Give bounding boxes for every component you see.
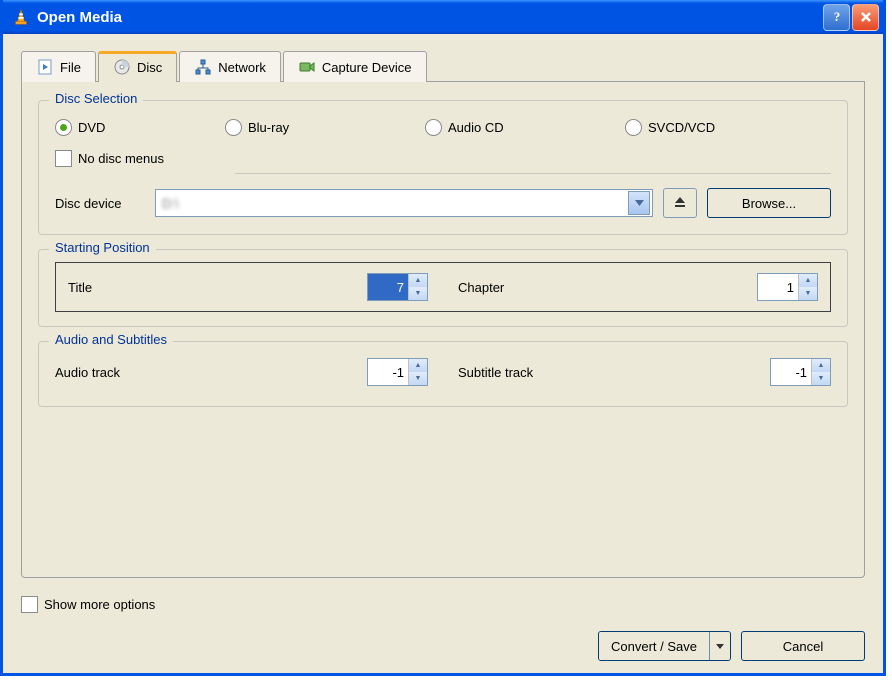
- convert-save-button[interactable]: Convert / Save: [598, 631, 731, 661]
- window-title: Open Media: [37, 9, 821, 26]
- radio-dvd-indicator: [55, 119, 72, 136]
- vlc-cone-icon: [11, 7, 31, 27]
- checkbox-no-disc-menus-box: [55, 150, 72, 167]
- radio-audiocd-indicator: [425, 119, 442, 136]
- checkbox-show-more-options[interactable]: Show more options: [21, 596, 865, 613]
- spin-up-icon[interactable]: ▲: [409, 274, 427, 287]
- network-icon: [194, 58, 212, 76]
- spin-down-icon[interactable]: ▼: [812, 372, 830, 385]
- radio-dvd-label: DVD: [78, 120, 105, 135]
- radio-audiocd-label: Audio CD: [448, 120, 504, 135]
- radio-audiocd[interactable]: Audio CD: [425, 119, 595, 136]
- spin-up-icon[interactable]: ▲: [409, 359, 427, 372]
- checkbox-no-disc-menus[interactable]: No disc menus: [55, 150, 831, 167]
- cancel-button-label: Cancel: [783, 639, 823, 654]
- tab-strip: File Disc Network Capture Device: [21, 50, 865, 82]
- disc-device-value: D:\: [162, 196, 628, 211]
- disc-device-combo[interactable]: D:\: [155, 189, 653, 217]
- chapter-label: Chapter: [458, 280, 573, 295]
- checkbox-show-more-box: [21, 596, 38, 613]
- title-label: Title: [68, 280, 183, 295]
- spin-down-icon[interactable]: ▼: [799, 287, 817, 300]
- cancel-button[interactable]: Cancel: [741, 631, 865, 661]
- tab-network-label: Network: [218, 60, 266, 75]
- audio-track-input[interactable]: [368, 359, 408, 385]
- eject-button[interactable]: [663, 188, 697, 218]
- title-spinbox[interactable]: ▲ ▼: [367, 273, 428, 301]
- tab-capture-label: Capture Device: [322, 60, 412, 75]
- disc-icon: [113, 58, 131, 76]
- subtitle-track-spinbox[interactable]: ▲ ▼: [770, 358, 831, 386]
- tab-file[interactable]: File: [21, 51, 96, 82]
- spin-down-icon[interactable]: ▼: [409, 372, 427, 385]
- browse-button[interactable]: Browse...: [707, 188, 831, 218]
- spin-up-icon[interactable]: ▲: [812, 359, 830, 372]
- tab-disc-label: Disc: [137, 60, 162, 75]
- radio-svcd-indicator: [625, 119, 642, 136]
- chapter-input[interactable]: [758, 274, 798, 300]
- tab-disc[interactable]: Disc: [98, 51, 177, 82]
- open-media-dialog: Open Media ? File Disc: [0, 0, 886, 676]
- disc-device-label: Disc device: [55, 196, 145, 211]
- checkbox-show-more-label: Show more options: [44, 597, 155, 612]
- disc-selection-group: Disc Selection DVD Blu-ray Audio CD: [38, 100, 848, 235]
- spin-up-icon[interactable]: ▲: [799, 274, 817, 287]
- chevron-down-icon: [628, 191, 650, 215]
- radio-svcd[interactable]: SVCD/VCD: [625, 119, 715, 136]
- audio-track-label: Audio track: [55, 365, 170, 380]
- checkbox-no-disc-menus-label: No disc menus: [78, 151, 164, 166]
- subtitle-track-input[interactable]: [771, 359, 811, 385]
- radio-bluray[interactable]: Blu-ray: [225, 119, 395, 136]
- eject-icon: [673, 195, 687, 212]
- audio-subtitles-legend: Audio and Subtitles: [49, 332, 173, 347]
- close-button[interactable]: [852, 4, 879, 31]
- titlebar: Open Media ?: [3, 0, 883, 34]
- radio-bluray-label: Blu-ray: [248, 120, 289, 135]
- tab-capture[interactable]: Capture Device: [283, 51, 427, 82]
- radio-svcd-label: SVCD/VCD: [648, 120, 715, 135]
- help-button[interactable]: ?: [823, 4, 850, 31]
- browse-button-label: Browse...: [742, 196, 796, 211]
- audio-track-spinbox[interactable]: ▲ ▼: [367, 358, 428, 386]
- radio-bluray-indicator: [225, 119, 242, 136]
- divider: [235, 173, 831, 174]
- convert-save-dropdown[interactable]: [709, 632, 730, 660]
- tab-panel-disc: Disc Selection DVD Blu-ray Audio CD: [21, 82, 865, 578]
- radio-dvd[interactable]: DVD: [55, 119, 195, 136]
- starting-position-group: Starting Position Title ▲ ▼: [38, 249, 848, 327]
- tab-file-label: File: [60, 60, 81, 75]
- svg-text:?: ?: [833, 10, 840, 24]
- chapter-spinbox[interactable]: ▲ ▼: [757, 273, 818, 301]
- spin-down-icon[interactable]: ▼: [409, 287, 427, 300]
- disc-selection-legend: Disc Selection: [49, 91, 143, 106]
- title-input[interactable]: [368, 274, 408, 300]
- file-icon: [36, 58, 54, 76]
- audio-subtitles-group: Audio and Subtitles Audio track ▲ ▼: [38, 341, 848, 407]
- starting-position-legend: Starting Position: [49, 240, 156, 255]
- tab-network[interactable]: Network: [179, 51, 281, 82]
- subtitle-track-label: Subtitle track: [458, 365, 573, 380]
- capture-icon: [298, 58, 316, 76]
- convert-save-label: Convert / Save: [611, 639, 697, 654]
